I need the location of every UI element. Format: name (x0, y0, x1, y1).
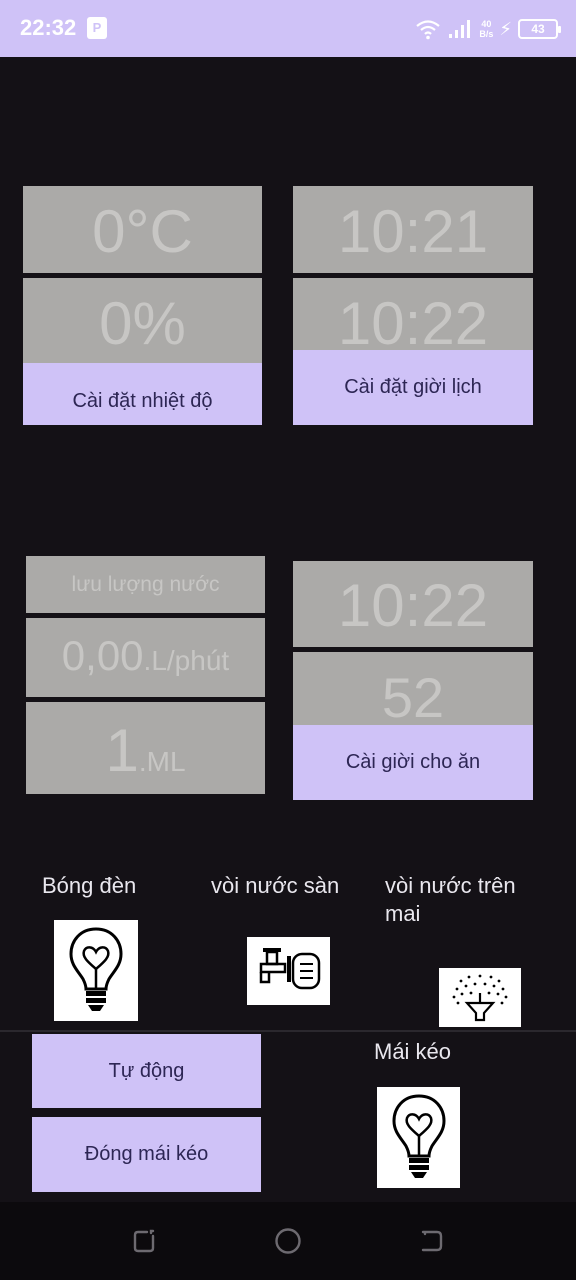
feeding-amount-display: 52 (293, 652, 533, 725)
section-divider (0, 1030, 576, 1032)
home-icon (275, 1228, 301, 1254)
status-bar: 22:32 P 40 B/s ⚡ 43 (0, 0, 576, 57)
schedule-time-end-display: 10:22 (293, 278, 533, 350)
back-icon (421, 1230, 443, 1252)
back-button[interactable] (415, 1224, 449, 1258)
notification-app-icon: P (87, 17, 107, 39)
water-volume-value: 1 (105, 717, 139, 784)
temperature-value: 0°C (92, 198, 193, 265)
battery-indicator: 43 (518, 19, 561, 39)
signal-icon (449, 20, 471, 38)
feeding-time: 10:22 (337, 572, 489, 639)
network-speed: 40 B/s (479, 19, 493, 39)
water-volume-unit: .ML (138, 746, 186, 777)
schedule-time-end: 10:22 (337, 290, 489, 350)
close-roof-button[interactable]: Đóng mái kéo (32, 1117, 261, 1192)
floor-faucet-label: vòi nước sàn (211, 873, 340, 898)
roof-faucet-toggle[interactable] (439, 968, 521, 1027)
set-temperature-button[interactable]: Cài đặt nhiệt độ (23, 363, 262, 425)
roof-label: Mái kéo (374, 1039, 452, 1064)
water-volume-panel: 1.ML (26, 702, 265, 794)
feeding-amount: 52 (381, 666, 445, 725)
schedule-time-start: 10:21 (337, 198, 489, 265)
water-flow-rate-value: 0,00 (61, 632, 144, 679)
humidity-display: 0% (23, 278, 262, 363)
sprinkler-icon (452, 974, 508, 1021)
set-feeding-button[interactable]: Cài giời cho ăn (293, 725, 533, 800)
network-speed-unit: B/s (479, 29, 494, 39)
set-schedule-button[interactable]: Cài đặt giời lịch (293, 350, 533, 425)
bulb-label: Bóng đèn (42, 873, 137, 898)
roof-faucet-label: vòi nước trên mai (385, 873, 516, 926)
auto-mode-button[interactable]: Tự động (32, 1034, 261, 1108)
feeding-time-display: 10:22 (293, 561, 533, 647)
floor-faucet-toggle[interactable] (247, 937, 330, 1005)
water-flow-rate-panel: 0,00.L/phút (26, 618, 265, 697)
schedule-time-start-display: 10:21 (293, 186, 533, 273)
recent-apps-button[interactable] (127, 1224, 161, 1258)
recent-apps-icon (133, 1229, 155, 1253)
bulb-toggle[interactable] (54, 920, 138, 1021)
status-time: 22:32 (20, 15, 77, 40)
water-flow-rate-unit: .L/phút (143, 645, 230, 676)
humidity-value: 0% (99, 290, 186, 357)
system-navigation-bar (0, 1202, 576, 1280)
charging-icon: ⚡ (499, 18, 512, 39)
lightbulb-icon (69, 926, 123, 1011)
faucet-icon (259, 948, 320, 990)
water-flow-title-panel: lưu lượng nước (26, 556, 265, 613)
wifi-icon (416, 20, 441, 40)
home-button[interactable] (271, 1224, 305, 1258)
lightbulb-icon (391, 1093, 446, 1178)
status-indicators: 40 B/s ⚡ 43 (415, 14, 561, 44)
temperature-display: 0°C (23, 186, 262, 273)
water-flow-title: lưu lượng nước (71, 573, 220, 596)
network-speed-value: 40 (481, 19, 492, 29)
roof-toggle[interactable] (377, 1087, 460, 1188)
